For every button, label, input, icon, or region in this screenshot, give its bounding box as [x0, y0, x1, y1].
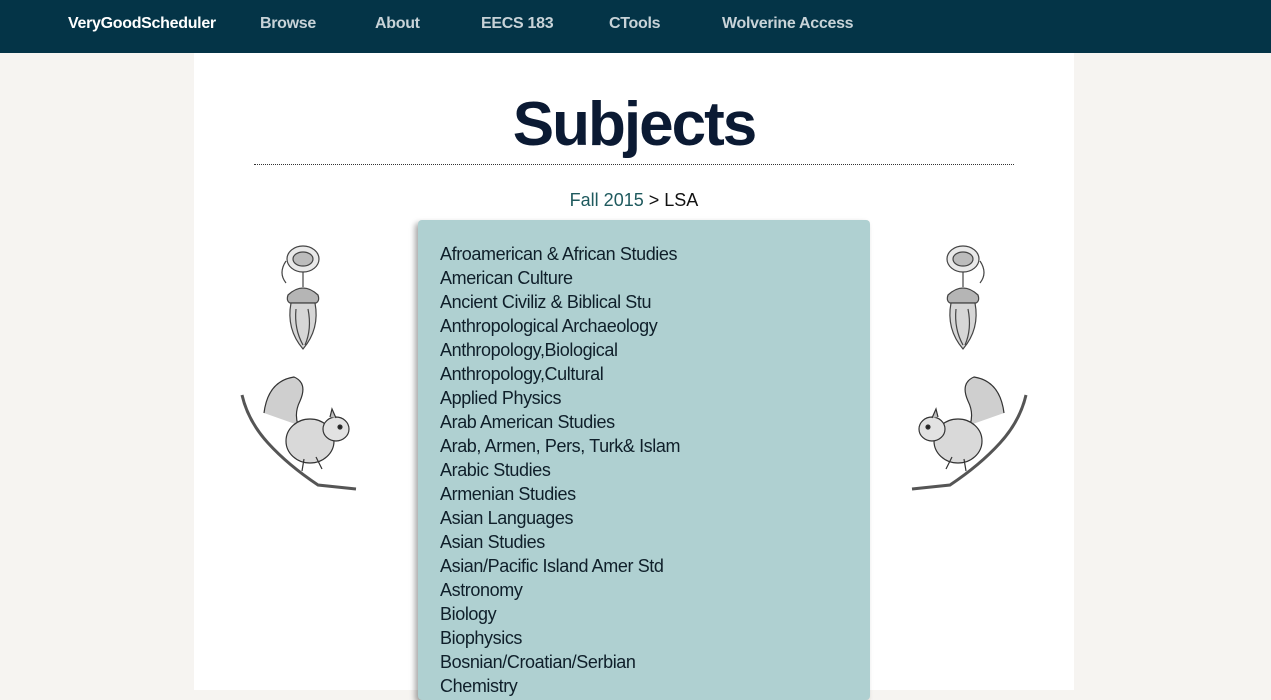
subject-item[interactable]: Astronomy [440, 578, 870, 602]
brand-link[interactable]: VeryGoodScheduler [68, 15, 216, 33]
acorn-illustration-left [281, 245, 320, 350]
title-divider [254, 164, 1014, 165]
subject-list-panel: Afroamerican & African Studies American … [418, 220, 870, 700]
squirrel-illustration-right [911, 376, 1028, 491]
page-title: Subjects [512, 90, 757, 159]
subject-item[interactable]: Asian Languages [440, 506, 870, 530]
subject-item[interactable]: Asian Studies [440, 530, 870, 554]
subject-item[interactable]: Biophysics [440, 626, 870, 650]
subject-item[interactable]: Arabic Studies [440, 458, 870, 482]
nav-wolverine-access-link[interactable]: Wolverine Access [722, 15, 854, 33]
subject-item[interactable]: Bosnian/Croatian/Serbian [440, 650, 870, 674]
subject-item[interactable]: American Culture [440, 266, 870, 290]
subject-item[interactable]: Chemistry [440, 674, 870, 698]
main-content: Subjects Fall 2015 > LSA Afroamerican & … [194, 53, 1074, 700]
nav-about-link[interactable]: About [375, 15, 420, 33]
acorn-illustration-right [946, 245, 985, 350]
subject-item[interactable]: Asian/Pacific Island Amer Std [440, 554, 870, 578]
subject-item[interactable]: Armenian Studies [440, 482, 870, 506]
breadcrumb-separator: > [648, 190, 660, 210]
subject-list: Afroamerican & African Studies American … [440, 242, 870, 698]
subject-item[interactable]: Anthropology,Biological [440, 338, 870, 362]
breadcrumb-school: LSA [664, 190, 699, 210]
subject-item[interactable]: Biology [440, 602, 870, 626]
subject-item[interactable]: Anthropology,Cultural [440, 362, 870, 386]
subject-item[interactable]: Afroamerican & African Studies [440, 242, 870, 266]
subject-item[interactable]: Applied Physics [440, 386, 870, 410]
nav-ctools-link[interactable]: CTools [609, 15, 661, 33]
subject-item[interactable]: Arab American Studies [440, 410, 870, 434]
top-navbar: VeryGoodScheduler Browse About EECS 183 … [0, 0, 1271, 53]
subject-item[interactable]: Anthropological Archaeology [440, 314, 870, 338]
nav-browse-link[interactable]: Browse [260, 15, 316, 33]
nav-eecs183-link[interactable]: EECS 183 [481, 15, 554, 33]
breadcrumb: Fall 2015 > LSA [194, 190, 1074, 211]
breadcrumb-term-link[interactable]: Fall 2015 [570, 190, 644, 210]
squirrel-illustration-left [240, 376, 357, 491]
subject-item[interactable]: Ancient Civiliz & Biblical Stu [440, 290, 870, 314]
subject-item[interactable]: Arab, Armen, Pers, Turk& Islam [440, 434, 870, 458]
